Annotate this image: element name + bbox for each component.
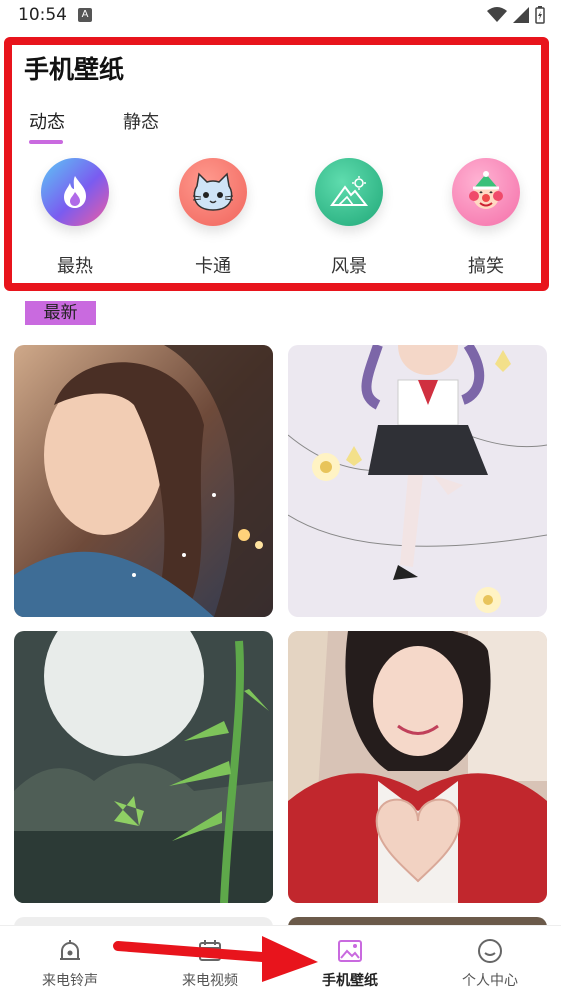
wifi-icon <box>487 7 507 22</box>
nav-label: 个人中心 <box>462 973 518 989</box>
wallpaper-thumbnail-moon-bamboo <box>14 631 273 903</box>
signal-icon <box>513 7 529 23</box>
bottom-navigation: 来电铃声 来电视频 手机壁纸 个人中心 <box>0 925 561 998</box>
category-label: 风景 <box>331 256 367 277</box>
wallpaper-card[interactable] <box>288 631 547 903</box>
wallpaper-thumbnail-girl-heart-hands <box>288 631 547 903</box>
category-label: 卡通 <box>195 256 231 277</box>
status-time: 10:54 <box>18 5 67 25</box>
wallpaper-thumbnail-girl-sparkles <box>14 345 273 617</box>
bell-icon <box>55 936 85 966</box>
nav-label: 来电视频 <box>182 973 238 989</box>
nav-wallpapers[interactable]: 手机壁纸 <box>290 926 410 990</box>
smiley-icon <box>475 936 505 966</box>
nav-ringtones[interactable]: 来电铃声 <box>10 926 130 990</box>
nav-profile[interactable]: 个人中心 <box>430 926 550 990</box>
nav-label: 手机壁纸 <box>322 973 378 989</box>
nav-call-videos[interactable]: 来电视频 <box>150 926 270 990</box>
tab-dynamic[interactable]: 动态 <box>29 108 65 134</box>
status-bar: 10:54 A <box>0 0 561 30</box>
wallpaper-card[interactable] <box>14 631 273 903</box>
category-cartoon[interactable]: 卡通 <box>173 158 253 278</box>
wallpaper-card[interactable] <box>14 345 273 617</box>
calendar-video-icon <box>195 936 225 966</box>
tab-active-indicator <box>29 140 63 144</box>
category-hottest[interactable]: 最热 <box>35 158 115 278</box>
category-scenery[interactable]: 风景 <box>309 158 389 278</box>
category-label: 最热 <box>57 256 93 277</box>
cat-face-icon <box>179 158 247 226</box>
wallpaper-thumbnail-anime-girl <box>288 345 547 617</box>
section-latest-label: 最新 <box>25 301 96 325</box>
wallpaper-icon <box>335 936 365 966</box>
nav-label: 来电铃声 <box>42 973 98 989</box>
battery-icon <box>535 6 545 24</box>
tab-static[interactable]: 静态 <box>123 108 159 134</box>
status-icons <box>487 6 545 24</box>
category-funny[interactable]: 搞笑 <box>446 158 526 278</box>
landscape-icon <box>315 158 383 226</box>
page-title: 手机壁纸 <box>24 55 125 84</box>
clown-icon <box>452 158 520 226</box>
category-label: 搞笑 <box>468 256 504 277</box>
wallpaper-card[interactable] <box>288 345 547 617</box>
flame-icon <box>41 158 109 226</box>
notification-icon: A <box>78 8 92 22</box>
